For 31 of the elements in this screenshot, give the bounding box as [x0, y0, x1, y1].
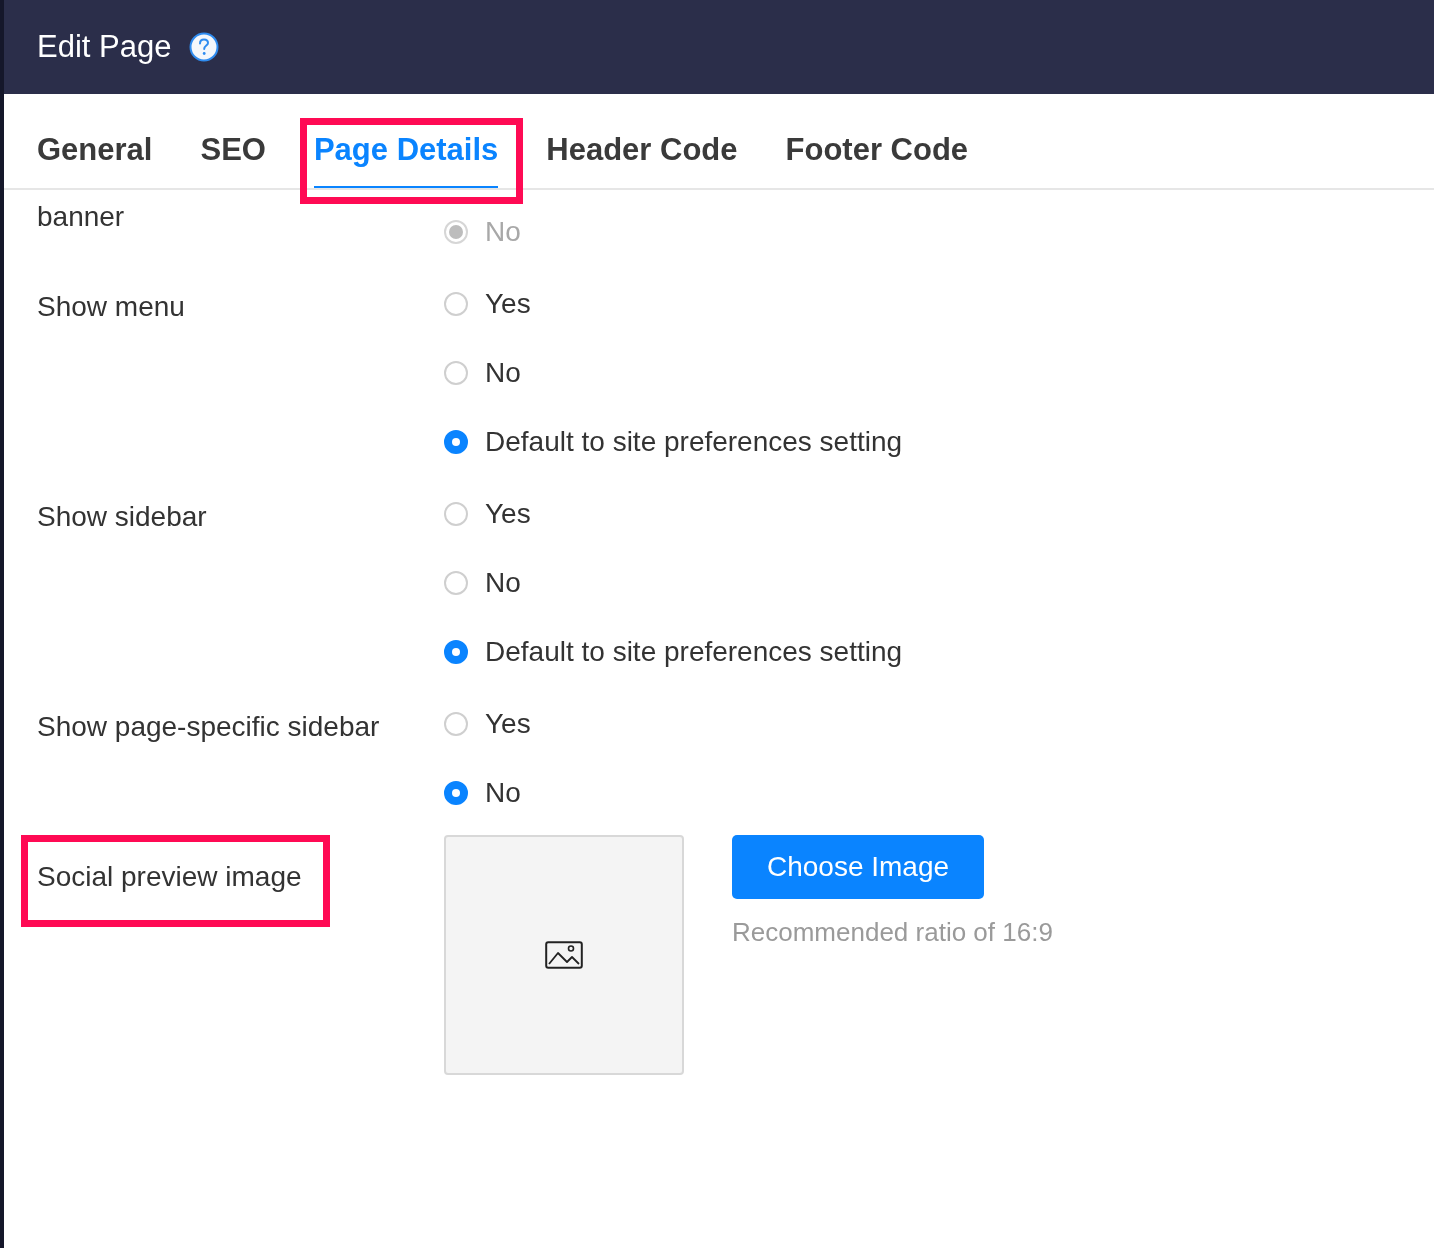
field-label: Social preview image	[37, 860, 302, 894]
hint-text: Recommended ratio of 16:9	[732, 917, 1053, 948]
tab[interactable]: General	[37, 132, 153, 188]
radio-label[interactable]: Yes	[485, 498, 531, 530]
page-title: Edit Page	[37, 29, 172, 65]
radio-label[interactable]: Yes	[485, 708, 531, 740]
radio-label[interactable]: No	[485, 567, 521, 599]
tab[interactable]: SEO	[200, 132, 266, 188]
tab[interactable]: Header Code	[546, 132, 738, 188]
help-icon[interactable]	[189, 32, 220, 62]
field-label: Show menu	[37, 290, 185, 324]
field-label: Show page-specific sidebar	[37, 710, 380, 744]
field-label: banner	[37, 200, 125, 234]
radio-label[interactable]: Default to site preferences setting	[485, 426, 903, 458]
image-icon	[545, 941, 583, 969]
radio-label[interactable]: Default to site preferences setting	[485, 636, 903, 668]
radio-button[interactable]	[444, 502, 468, 526]
radio-button[interactable]	[444, 361, 468, 385]
field-label: Show sidebar	[37, 500, 207, 534]
choose-image-button[interactable]: Choose Image	[732, 835, 984, 899]
radio-button[interactable]	[444, 781, 468, 805]
radio-button[interactable]	[444, 712, 468, 736]
radio-button[interactable]	[444, 571, 468, 595]
radio-button[interactable]	[444, 640, 468, 664]
radio-label[interactable]: No	[485, 357, 521, 389]
tab[interactable]: Footer Code	[785, 132, 969, 188]
radio-label[interactable]: Yes	[485, 288, 531, 320]
radio-button[interactable]	[444, 430, 468, 454]
radio-label[interactable]: No	[485, 777, 521, 809]
radio-button[interactable]	[444, 292, 468, 316]
tab[interactable]: Page Details	[313, 132, 499, 188]
